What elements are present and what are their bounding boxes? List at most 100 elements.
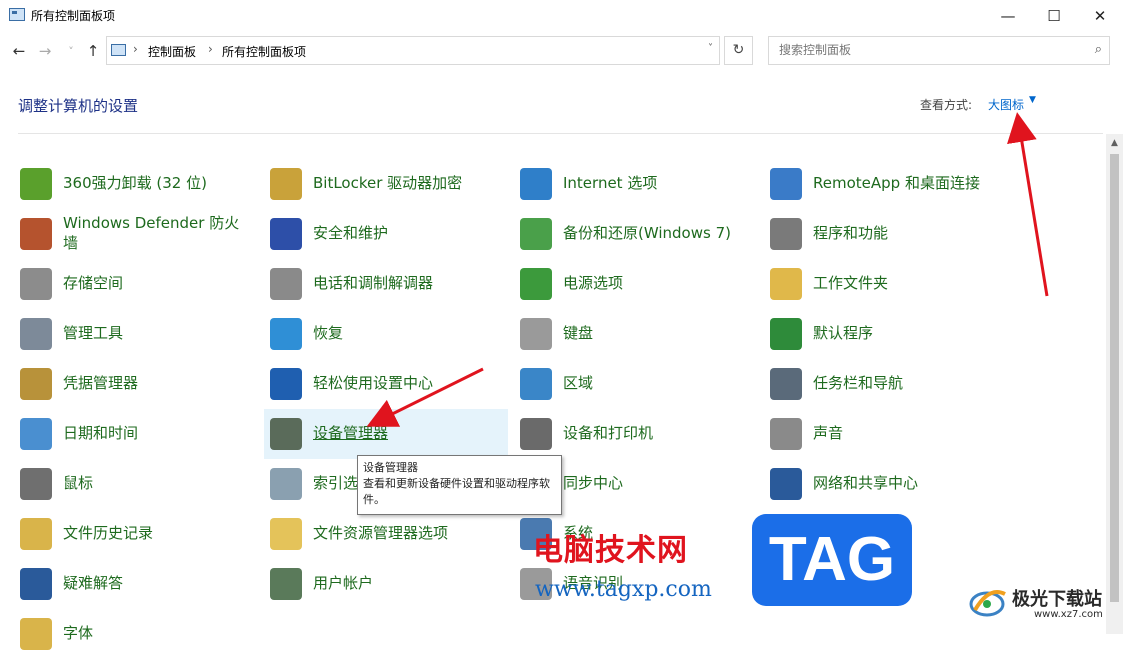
- control-panel-item-label[interactable]: 存储空间: [63, 273, 253, 293]
- control-panel-item[interactable]: 轻松使用设置中心: [264, 359, 508, 409]
- control-panel-item-label[interactable]: 文件资源管理器选项: [313, 523, 503, 543]
- control-panel-item-label[interactable]: 轻松使用设置中心: [313, 373, 503, 393]
- control-panel-item[interactable]: 管理工具: [14, 309, 258, 359]
- control-panel-item[interactable]: 工作文件夹: [764, 259, 1008, 309]
- vertical-scrollbar[interactable]: ▲: [1106, 134, 1123, 634]
- breadcrumb-separator[interactable]: ›: [208, 42, 213, 56]
- power-icon: [520, 268, 552, 300]
- control-panel-item[interactable]: 电话和调制解调器: [264, 259, 508, 309]
- explorer-options-icon: [270, 518, 302, 550]
- watermark-url: www.tagxp.com: [535, 577, 712, 602]
- search-icon[interactable]: ⌕: [1095, 42, 1102, 57]
- recent-locations-button[interactable]: ˅: [62, 45, 80, 58]
- control-panel-item[interactable]: 存储空间: [14, 259, 258, 309]
- control-panel-item-label[interactable]: 声音: [813, 423, 1003, 443]
- ease-of-access-icon: [270, 368, 302, 400]
- control-panel-item-label[interactable]: 安全和维护: [313, 223, 503, 243]
- control-panel-item[interactable]: 键盘: [514, 309, 758, 359]
- control-panel-item-label[interactable]: 疑难解答: [63, 573, 253, 593]
- control-panel-item-label[interactable]: 键盘: [563, 323, 753, 343]
- control-panel-item-label[interactable]: 备份和还原(Windows 7): [563, 223, 753, 243]
- view-by-label: 查看方式:: [920, 98, 973, 112]
- back-button[interactable]: ←: [10, 42, 28, 60]
- breadcrumb-separator: ›: [133, 42, 138, 56]
- maximize-button[interactable]: ☐: [1031, 0, 1077, 31]
- control-panel-item[interactable]: BitLocker 驱动器加密: [264, 159, 508, 209]
- control-panel-item[interactable]: 声音: [764, 409, 1008, 459]
- control-panel-item-label[interactable]: 凭据管理器: [63, 373, 253, 393]
- control-panel-item[interactable]: 鼠标: [14, 459, 258, 509]
- control-panel-item-label[interactable]: 电源选项: [563, 273, 753, 293]
- control-panel-item[interactable]: Internet 选项: [514, 159, 758, 209]
- control-panel-item-label[interactable]: 字体: [63, 623, 253, 643]
- control-panel-item-label[interactable]: 恢复: [313, 323, 503, 343]
- minimize-button[interactable]: —: [985, 0, 1031, 31]
- control-panel-item-label[interactable]: 默认程序: [813, 323, 1003, 343]
- control-panel-item-label[interactable]: 管理工具: [63, 323, 253, 343]
- scrollbar-thumb[interactable]: [1110, 154, 1119, 602]
- control-panel-item[interactable]: 凭据管理器: [14, 359, 258, 409]
- control-panel-item-label[interactable]: BitLocker 驱动器加密: [313, 173, 503, 193]
- control-panel-item[interactable]: 360强力卸载 (32 位): [14, 159, 258, 209]
- admin-tools-icon: [20, 318, 52, 350]
- search-input[interactable]: [777, 42, 1081, 58]
- address-bar[interactable]: › 控制面板 › 所有控制面板项 ˅: [106, 36, 720, 65]
- control-panel-item-label[interactable]: 程序和功能: [813, 223, 1003, 243]
- refresh-button[interactable]: ↻: [724, 36, 753, 65]
- control-panel-item[interactable]: 网络和共享中心: [764, 459, 1008, 509]
- control-panel-item-label[interactable]: 鼠标: [63, 473, 253, 493]
- control-panel-item-label[interactable]: Internet 选项: [563, 173, 753, 193]
- control-panel-item[interactable]: 设备管理器: [264, 409, 508, 459]
- up-button[interactable]: ↑: [84, 42, 102, 60]
- taskbar-icon: [770, 368, 802, 400]
- control-panel-item[interactable]: 文件资源管理器选项: [264, 509, 508, 559]
- control-panel-item-label[interactable]: 工作文件夹: [813, 273, 1003, 293]
- control-panel-item[interactable]: 用户帐户: [264, 559, 508, 609]
- control-panel-item[interactable]: 恢复: [264, 309, 508, 359]
- control-panel-item-label[interactable]: RemoteApp 和桌面连接: [813, 173, 1003, 193]
- control-panel-item-label[interactable]: 日期和时间: [63, 423, 253, 443]
- control-panel-item-label[interactable]: 网络和共享中心: [813, 473, 1003, 493]
- firewall-icon: [20, 218, 52, 250]
- control-panel-item-label[interactable]: 文件历史记录: [63, 523, 253, 543]
- view-by-dropdown[interactable]: 大图标: [988, 96, 1024, 113]
- control-panel-item[interactable]: 电源选项: [514, 259, 758, 309]
- control-panel-item[interactable]: 疑难解答: [14, 559, 258, 609]
- forward-button[interactable]: →: [36, 42, 54, 60]
- breadcrumb-control-panel[interactable]: 控制面板: [148, 43, 196, 60]
- annotation-arrow: [1007, 112, 1049, 297]
- divider: [18, 133, 1103, 134]
- search-box[interactable]: ⌕: [768, 36, 1110, 65]
- close-button[interactable]: ✕: [1077, 0, 1123, 31]
- control-panel-item[interactable]: 区域: [514, 359, 758, 409]
- breadcrumb-all-items[interactable]: 所有控制面板项: [222, 43, 306, 60]
- scroll-up-icon[interactable]: ▲: [1106, 138, 1123, 148]
- address-dropdown-button[interactable]: ˅: [708, 43, 713, 54]
- control-panel-item[interactable]: 文件历史记录: [14, 509, 258, 559]
- control-panel-item-label[interactable]: 区域: [563, 373, 753, 393]
- control-panel-item[interactable]: RemoteApp 和桌面连接: [764, 159, 1008, 209]
- control-panel-item[interactable]: 设备和打印机: [514, 409, 758, 459]
- watermark-text: 电脑技术网: [533, 533, 688, 568]
- control-panel-item-label[interactable]: 同步中心: [563, 473, 753, 493]
- control-panel-item[interactable]: 备份和还原(Windows 7): [514, 209, 758, 259]
- control-panel-item[interactable]: 默认程序: [764, 309, 1008, 359]
- title-bar: 所有控制面板项 — ☐ ✕: [0, 0, 1123, 31]
- control-panel-item[interactable]: 任务栏和导航: [764, 359, 1008, 409]
- control-panel-item[interactable]: 日期和时间: [14, 409, 258, 459]
- control-panel-item-label[interactable]: 任务栏和导航: [813, 373, 1003, 393]
- keyboard-icon: [520, 318, 552, 350]
- control-panel-item[interactable]: 字体: [14, 609, 258, 659]
- control-panel-item-label[interactable]: 用户帐户: [313, 573, 503, 593]
- control-panel-item[interactable]: 安全和维护: [264, 209, 508, 259]
- control-panel-item-label[interactable]: Windows Defender 防火墙: [63, 213, 253, 253]
- page-title: 调整计算机的设置: [18, 97, 139, 115]
- control-panel-item[interactable]: Windows Defender 防火墙: [14, 209, 258, 259]
- work-folders-icon: [770, 268, 802, 300]
- control-panel-item-label[interactable]: 设备和打印机: [563, 423, 753, 443]
- control-panel-item-label[interactable]: 电话和调制解调器: [313, 273, 503, 293]
- control-panel-item-label[interactable]: 设备管理器: [313, 423, 503, 443]
- control-panel-item[interactable]: 程序和功能: [764, 209, 1008, 259]
- control-panel-item-label[interactable]: 360强力卸载 (32 位): [63, 173, 253, 193]
- chevron-down-icon[interactable]: ▼: [1029, 95, 1036, 105]
